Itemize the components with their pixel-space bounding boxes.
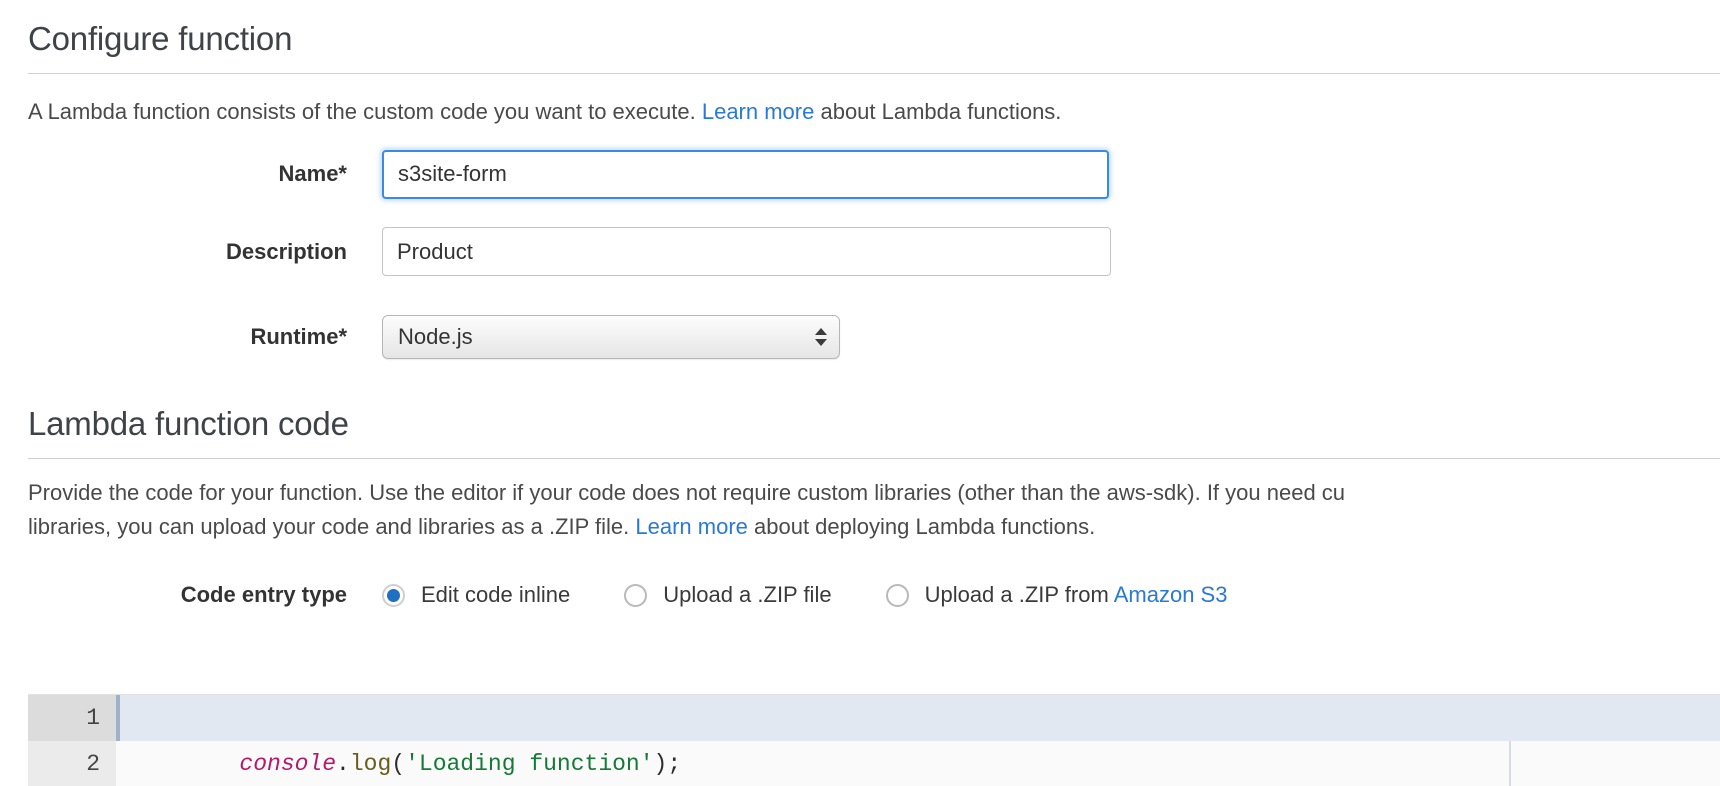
code-entry-type-radio-group: Edit code inline Upload a .ZIP file Uplo… xyxy=(382,582,1227,608)
code-intro-line-1: Provide the code for your function. Use … xyxy=(28,476,1720,510)
description-field-row: Description xyxy=(0,227,1720,276)
radio-unselected-icon[interactable] xyxy=(886,584,909,607)
code-intro-line-2: libraries, you can upload your code and … xyxy=(28,510,1720,544)
lambda-configure-function-page: Configure function A Lambda function con… xyxy=(0,0,1720,786)
code-editor[interactable]: 1 2 console.log('Loading function'); xyxy=(28,694,1720,786)
code-intro-after-link: about deploying Lambda functions. xyxy=(748,514,1095,539)
radio-upload-zip-file-label: Upload a .ZIP file xyxy=(663,582,831,608)
code-line-1[interactable]: console.log('Loading function'); xyxy=(116,695,1720,741)
learn-more-lambda-functions-link[interactable]: Learn more xyxy=(702,99,815,124)
configure-intro-paragraph: A Lambda function consists of the custom… xyxy=(28,95,1720,129)
code-entry-type-row: Code entry type Edit code inline Upload … xyxy=(0,578,1720,612)
code-section-title: Lambda function code xyxy=(28,407,1720,440)
description-input[interactable] xyxy=(382,227,1111,276)
name-field-label: Name* xyxy=(0,163,382,185)
editor-gutter: 1 2 xyxy=(28,695,116,786)
editor-code-area[interactable]: console.log('Loading function'); xyxy=(116,695,1720,786)
code-line-2[interactable] xyxy=(116,741,1720,786)
amazon-s3-link[interactable]: Amazon S3 xyxy=(1114,582,1228,607)
runtime-field-row: Runtime* Node.js xyxy=(0,315,1720,359)
runtime-field-label: Runtime* xyxy=(0,326,382,348)
page-title: Configure function xyxy=(28,22,1720,55)
radio-upload-zip-from-s3[interactable]: Upload a .ZIP from Amazon S3 xyxy=(886,582,1228,608)
line-number-2: 2 xyxy=(28,741,116,786)
radio-upload-zip-from-s3-label: Upload a .ZIP from Amazon S3 xyxy=(925,582,1228,608)
code-intro-paragraph: Provide the code for your function. Use … xyxy=(28,476,1720,544)
runtime-select[interactable]: Node.js xyxy=(382,315,840,359)
radio-edit-code-inline-label: Edit code inline xyxy=(421,582,570,608)
active-line-marker xyxy=(116,695,120,741)
code-section-divider xyxy=(28,458,1720,459)
description-field-label: Description xyxy=(0,241,382,263)
radio-unselected-icon[interactable] xyxy=(624,584,647,607)
configure-section-divider xyxy=(28,73,1720,74)
intro-text-before-link: A Lambda function consists of the custom… xyxy=(28,99,702,124)
intro-text-after-link: about Lambda functions. xyxy=(814,99,1061,124)
name-field-row: Name* xyxy=(0,148,1720,200)
runtime-select-value[interactable]: Node.js xyxy=(382,315,840,359)
learn-more-deploying-link[interactable]: Learn more xyxy=(635,514,748,539)
radio-edit-code-inline[interactable]: Edit code inline xyxy=(382,582,570,608)
line-number-1: 1 xyxy=(28,695,116,741)
radio-upload-zip-file[interactable]: Upload a .ZIP file xyxy=(624,582,831,608)
code-section-header: Lambda function code xyxy=(28,407,1720,440)
name-input[interactable] xyxy=(382,150,1109,199)
radio-selected-icon[interactable] xyxy=(382,584,405,607)
configure-function-section: Configure function xyxy=(28,22,1720,55)
code-entry-type-label: Code entry type xyxy=(0,584,382,606)
radio-upload-zip-from-s3-text: Upload a .ZIP from xyxy=(925,582,1114,607)
code-intro-before-link: libraries, you can upload your code and … xyxy=(28,514,635,539)
